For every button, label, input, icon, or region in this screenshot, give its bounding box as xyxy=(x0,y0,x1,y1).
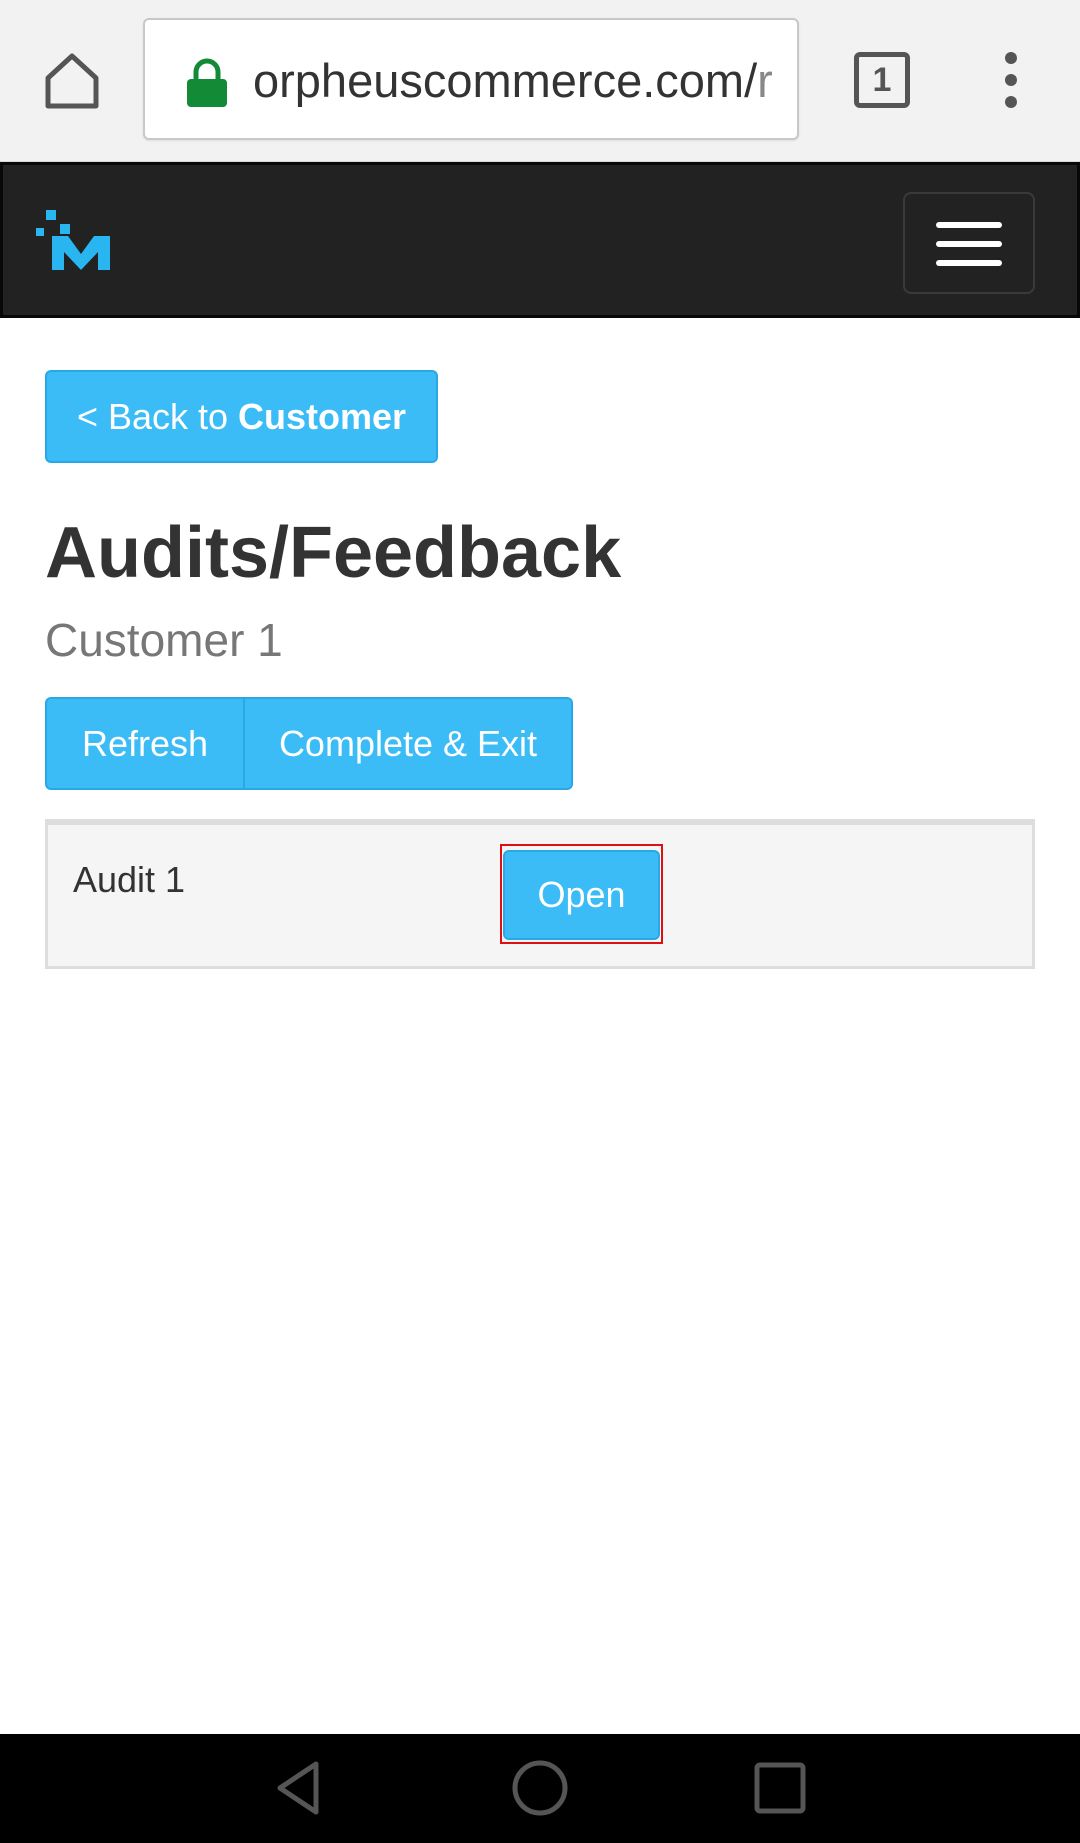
recents-nav-icon[interactable] xyxy=(750,1758,810,1818)
tabs-icon[interactable]: 1 xyxy=(854,52,910,108)
system-nav-bar xyxy=(0,1734,1080,1843)
page-subtitle: Customer 1 xyxy=(45,614,283,666)
brand-logo[interactable] xyxy=(36,210,126,280)
action-button-group: Refresh Complete & Exit xyxy=(45,697,573,790)
back-button-prefix: < Back to xyxy=(76,396,239,437)
open-audit-button[interactable]: Open xyxy=(503,850,660,940)
url-main: orpheuscommerce.com/ xyxy=(253,54,758,107)
url-text: orpheuscommerce.com/r xyxy=(253,46,777,116)
browser-toolbar: orpheuscommerce.com/r 1 xyxy=(0,0,1080,162)
home-icon[interactable] xyxy=(40,48,104,112)
address-bar[interactable]: orpheuscommerce.com/r xyxy=(143,18,799,140)
complete-exit-button[interactable]: Complete & Exit xyxy=(245,697,573,790)
refresh-button[interactable]: Refresh xyxy=(45,697,245,790)
url-dim: r xyxy=(757,54,773,107)
more-vert-icon[interactable] xyxy=(996,50,1026,110)
audit-label: Audit 1 xyxy=(73,859,186,900)
back-nav-icon[interactable] xyxy=(270,1758,330,1818)
home-nav-icon[interactable] xyxy=(510,1758,570,1818)
menu-icon[interactable] xyxy=(903,192,1035,294)
lock-icon xyxy=(185,58,229,108)
back-to-customer-button[interactable]: < Back to Customer xyxy=(45,370,438,463)
audit-list-item: Audit 1 Open xyxy=(45,819,1035,969)
page-title: Audits/Feedback xyxy=(45,513,622,593)
back-button-bold: Customer xyxy=(238,396,407,437)
site-navbar xyxy=(0,162,1080,318)
